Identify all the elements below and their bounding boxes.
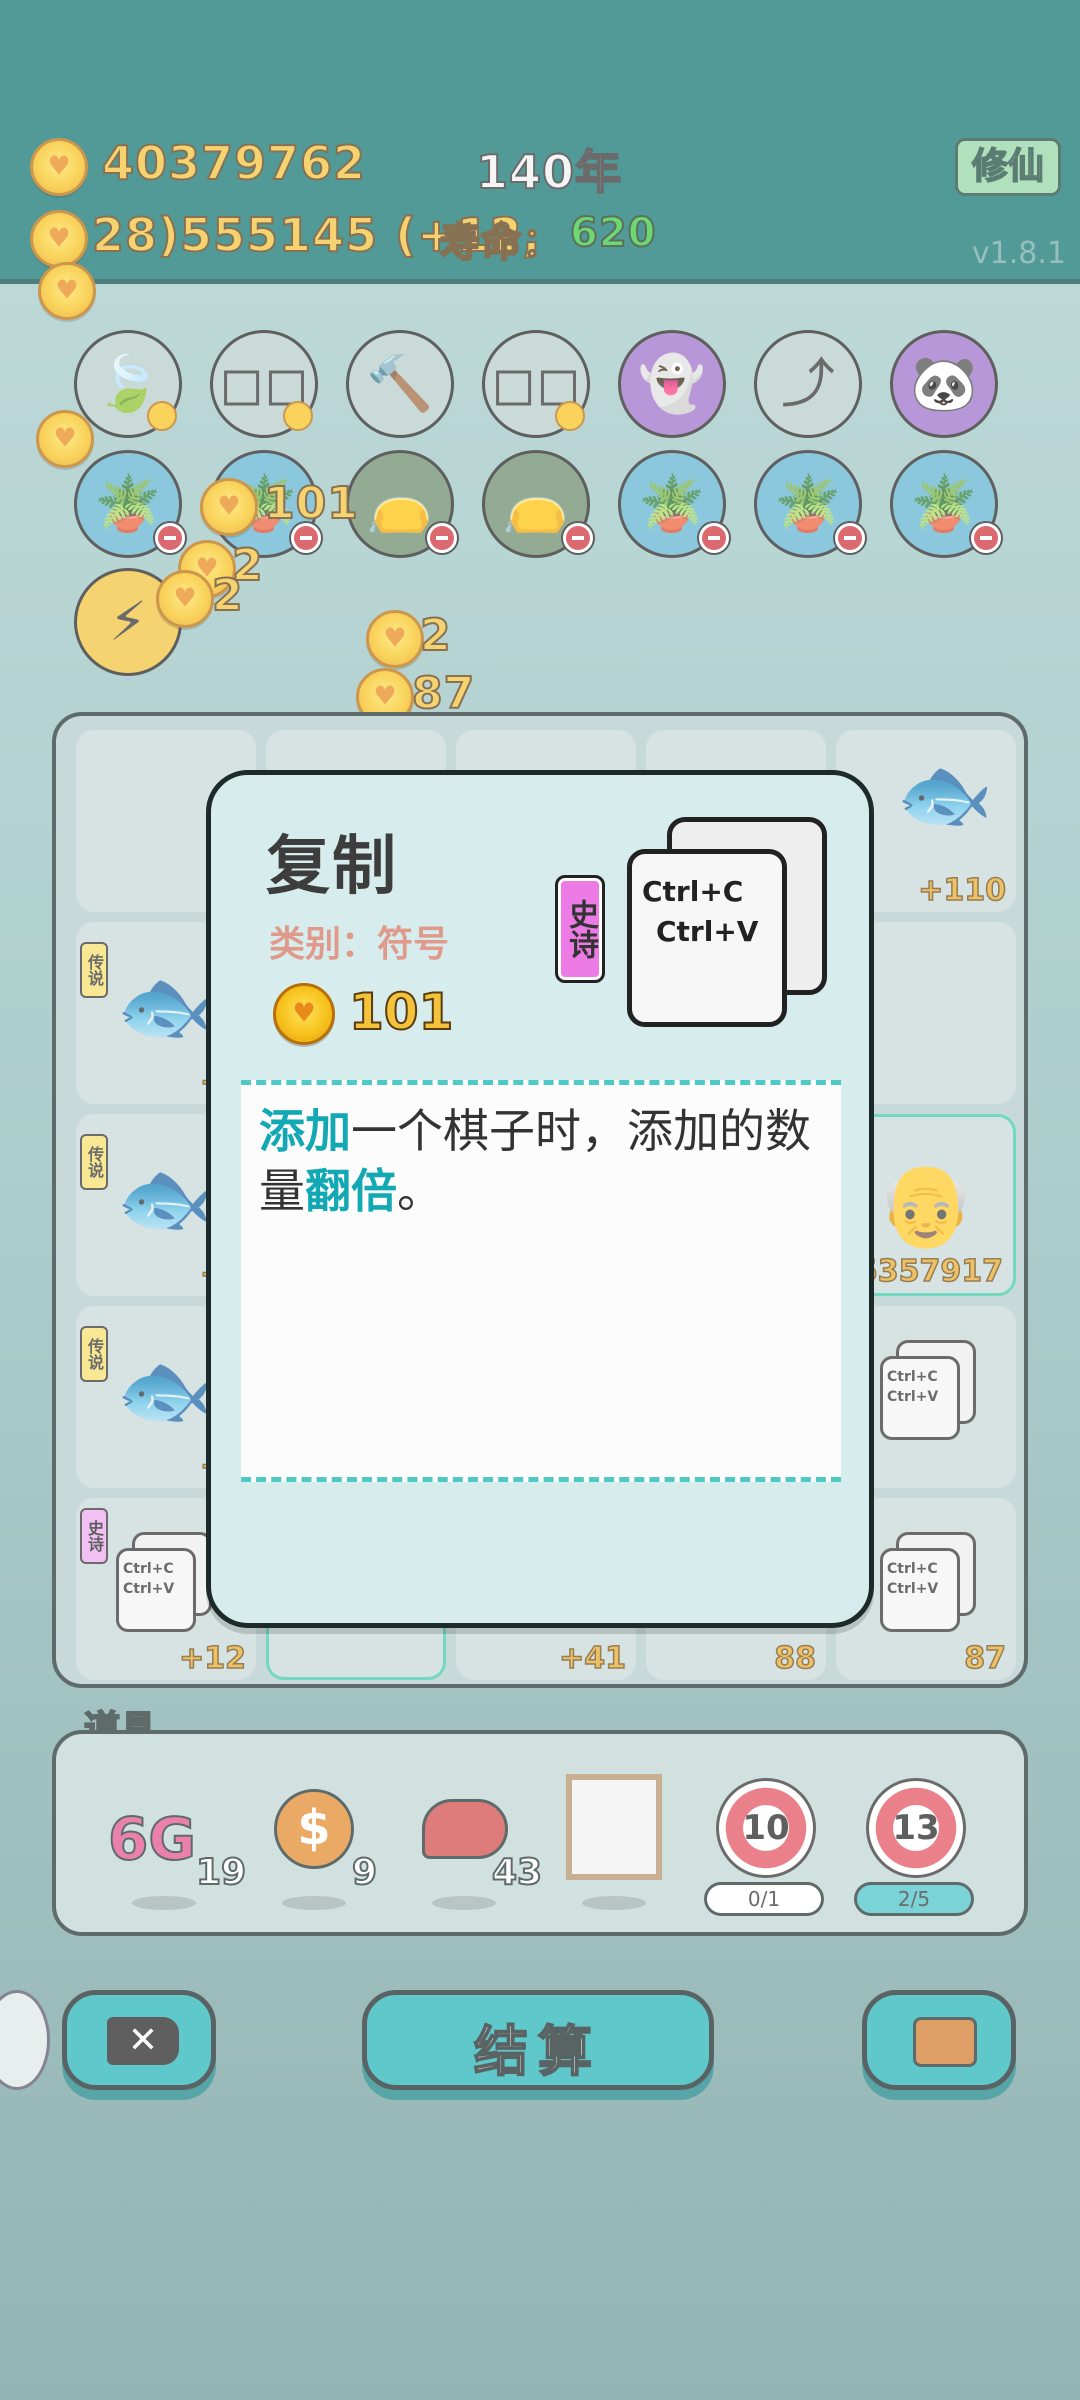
heart-badge-icon [283,401,313,431]
cell-value: +12 [178,1640,246,1677]
float-number: 2 [211,569,244,622]
card-line-1: Ctrl+C [642,875,744,908]
target-progress: 2/5 [854,1882,974,1916]
legend-tag: 传说 [80,942,108,998]
remove-icon[interactable] [835,523,865,553]
remove-icon[interactable] [427,523,457,553]
item-price: 101 [348,982,454,1042]
coin-icon [366,610,424,668]
float-number: 2 [419,609,452,662]
cell-value: 87 [964,1640,1007,1677]
coins-total: 40379762 [101,135,367,191]
copy-card-icon: Ctrl+C Ctrl+V [880,1532,976,1632]
slot-flower-pot[interactable]: 🪴 [618,450,729,558]
arrow-up-icon: ⤴ [781,352,835,415]
slot-leaf[interactable]: 🍃 [74,330,182,438]
remove-icon[interactable] [699,523,729,553]
heart-badge-icon [555,401,585,431]
slot-bag[interactable]: 👝 [346,450,457,558]
coin-icon [200,478,258,536]
briefcase-icon [913,2017,977,2067]
target-icon[interactable]: 13 [866,1778,966,1878]
item-category: 类别：符号 [269,924,450,965]
remove-icon[interactable] [971,523,1001,553]
settle-label: 结算 [473,2019,602,2084]
liver-icon [422,1799,508,1859]
frame-icon [566,1774,662,1880]
cultivate-button[interactable]: 修仙 [955,138,1061,196]
item-count: 19 [195,1851,247,1894]
slot-ghost[interactable]: 👻 [618,330,726,438]
coin-icon [36,410,94,468]
card-line-2: Ctrl+V [656,915,759,948]
remove-icon[interactable] [155,523,185,553]
slot-flower-pot[interactable]: 🪴 [890,450,1001,558]
item-shadow [282,1896,346,1910]
legend-tag: 传说 [80,1326,108,1382]
fish-icon: 🐟 [116,962,214,1052]
copy-card-icon: Ctrl+C Ctrl+V [627,817,827,1027]
year-counter: 140年 [475,144,623,200]
item-title: 复制 [266,830,398,904]
panda-icon: 🐼 [910,352,978,415]
cell-value: +41 [558,1640,626,1677]
item-description: 添加一个棋子时，添加的数量翻倍。 [241,1080,841,1482]
cell-value: +110 [917,872,1006,909]
slot-cubes[interactable]: ◻◻ [210,330,318,438]
float-number: 101 [263,477,359,530]
legend-tag: 传说 [80,1134,108,1190]
slot-flower-pot[interactable]: 🪴 [754,450,865,558]
fish-icon: 🐟 [896,750,994,840]
item-shadow [432,1896,496,1910]
slot-panda[interactable]: 🐼 [890,330,998,438]
hammer-icon: 🔨 [366,352,434,415]
settle-button[interactable]: 结算 [362,1990,714,2090]
rarity-tag: 史诗 [555,875,605,983]
slot-hammer[interactable]: 🔨 [346,330,454,438]
6g-label: 6G [107,1804,197,1874]
coin-icon [30,138,88,196]
slot-arrow[interactable]: ⤴ [754,330,862,438]
close-icon: ✕ [107,2017,179,2065]
item-shadow [582,1896,646,1910]
epic-tag: 史诗 [80,1508,108,1564]
target-icon[interactable]: 10 [716,1778,816,1878]
slot-bag[interactable]: 👝 [482,450,593,558]
slot-cubes-2[interactable]: ◻◻ [482,330,590,438]
coin-icon [156,570,214,628]
heart-badge-icon [147,401,177,431]
item-frame[interactable] [566,1774,676,1884]
lifespan-label: 寿命： [439,219,563,267]
remove-icon[interactable] [563,523,593,553]
target-progress: 0/1 [704,1882,824,1916]
close-button[interactable]: ✕ [62,1990,216,2090]
desc-text: 。 [397,1164,443,1218]
fish-icon: 🐟 [116,1346,214,1436]
coin-icon [38,262,96,320]
bag-button[interactable] [862,1990,1016,2090]
copy-card-icon: Ctrl+C Ctrl+V [116,1532,212,1632]
desc-highlight: 添加 [259,1104,351,1158]
version-label: v1.8.1 [971,236,1066,271]
lifespan-value: 620 [569,209,657,257]
top-bar: 40379762 140年 修仙 28)555145 (+12, 寿命： 620… [0,0,1080,284]
cell-value: 88 [774,1640,817,1677]
item-detail-modal: 复制 类别：符号 101 史诗 Ctrl+C Ctrl+V 添加一个棋子时，添加的… [206,770,874,1628]
item-count: 9 [351,1851,378,1894]
coin-icon [30,210,88,268]
dollar-coin-icon: $ [274,1789,354,1869]
ghost-icon: 👻 [638,352,706,415]
desc-highlight: 翻倍 [305,1164,397,1218]
copy-card-icon: Ctrl+C Ctrl+V [880,1340,976,1440]
coin-icon [273,983,335,1045]
item-count: 43 [491,1851,543,1894]
cell-value: 5357917 [856,1253,1004,1290]
fish-icon: 🐟 [116,1154,214,1244]
slot-flower-pot[interactable]: 🪴 [74,450,185,558]
item-shadow [132,1896,196,1910]
